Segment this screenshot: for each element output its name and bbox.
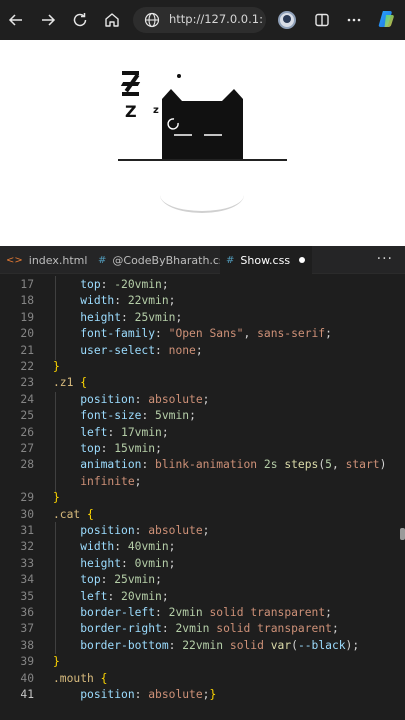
code-line: 35 left: 20vmin; bbox=[20, 589, 169, 603]
sleep-dot bbox=[177, 74, 181, 78]
code-line: 37 border-right: 2vmin solid transparent… bbox=[20, 622, 339, 636]
code-line: 21 user-select: none; bbox=[20, 343, 203, 357]
code-line: 34 top: 25vmin; bbox=[20, 573, 162, 587]
code-line: 18 width: 22vmin; bbox=[20, 294, 176, 308]
code-line-current: 41 position: absolute;} bbox=[20, 688, 217, 701]
code-line: 29} bbox=[20, 491, 60, 505]
code-line: 17 top: -20vmin; bbox=[20, 278, 169, 291]
code-line: 31 position: absolute; bbox=[20, 524, 210, 537]
sleep-z-medium: Z bbox=[125, 102, 137, 121]
tab-label: Show.css bbox=[240, 253, 291, 267]
back-arrow-icon[interactable] bbox=[2, 6, 30, 34]
copilot-icon[interactable] bbox=[376, 9, 396, 29]
code-line: 24 position: absolute; bbox=[20, 392, 210, 406]
code-line: 40 .mouth { bbox=[20, 671, 108, 685]
sleep-z-large bbox=[120, 71, 141, 97]
black-cat-illustration bbox=[162, 89, 243, 161]
code-line: 25 font-size: 5vmin; bbox=[20, 409, 196, 423]
code-line: 22} bbox=[20, 360, 60, 373]
tab-label: @CodeByBharath.css bbox=[112, 253, 231, 267]
code-line: 26 left: 17vmin; bbox=[20, 425, 169, 439]
tab-show-css[interactable]: # Show.css bbox=[220, 246, 312, 274]
code-line: 33 height: 0vmin; bbox=[20, 556, 176, 570]
refresh-icon[interactable] bbox=[66, 6, 94, 34]
code-line: 28 animation: blink-animation 2s steps(5… bbox=[20, 458, 387, 472]
profile-avatar[interactable] bbox=[278, 11, 296, 29]
code-line: 39} bbox=[20, 655, 60, 669]
tab-index-html[interactable]: <> index.html bbox=[0, 246, 92, 274]
code-line: 32 width: 40vmin; bbox=[20, 540, 176, 554]
more-actions-icon[interactable]: ··· bbox=[377, 251, 393, 267]
home-icon[interactable] bbox=[98, 6, 126, 34]
browser-toolbar: http://127.0.0.1:... bbox=[0, 0, 405, 40]
globe-icon bbox=[144, 12, 160, 28]
code-line: 27 top: 15vmin; bbox=[20, 442, 162, 455]
more-options-icon[interactable] bbox=[340, 6, 368, 34]
code-line: 23 .z1 { bbox=[20, 376, 88, 390]
html-file-icon: <> bbox=[6, 254, 23, 266]
address-bar[interactable]: http://127.0.0.1:... bbox=[133, 7, 266, 33]
split-screen-icon[interactable] bbox=[308, 6, 336, 34]
code-editor[interactable]: 17 top: -20vmin; 18 width: 22vmin; 19 he… bbox=[0, 276, 405, 720]
css-file-icon: # bbox=[226, 254, 235, 266]
forward-arrow-icon[interactable] bbox=[34, 6, 62, 34]
code-line: 20 font-family: "Open Sans", sans-serif; bbox=[20, 327, 332, 341]
unsaved-dot-icon bbox=[299, 257, 306, 263]
tab-label: index.html bbox=[28, 253, 88, 267]
url-text: http://127.0.0.1:... bbox=[169, 12, 263, 26]
floor-line bbox=[118, 159, 287, 161]
scrollbar-marker[interactable] bbox=[400, 528, 405, 540]
code-line: 36 border-left: 2vmin solid transparent; bbox=[20, 606, 332, 619]
code-line: 30 .cat { bbox=[20, 507, 94, 521]
tab-codebybharath-css[interactable]: # @CodeByBharath.css bbox=[92, 246, 230, 274]
code-line: 38 border-bottom: 22vmin solid var(--bla… bbox=[20, 638, 360, 652]
page-preview: Z z bbox=[0, 40, 405, 246]
css-file-icon: # bbox=[98, 254, 107, 266]
shadow-arc bbox=[160, 177, 244, 213]
code-line: 19 height: 25vmin; bbox=[20, 310, 183, 324]
editor-tab-bar: <> index.html # @CodeByBharath.css # Sho… bbox=[0, 246, 405, 274]
sleep-z-small: z bbox=[153, 105, 159, 116]
code-line: infinite; bbox=[80, 474, 142, 488]
